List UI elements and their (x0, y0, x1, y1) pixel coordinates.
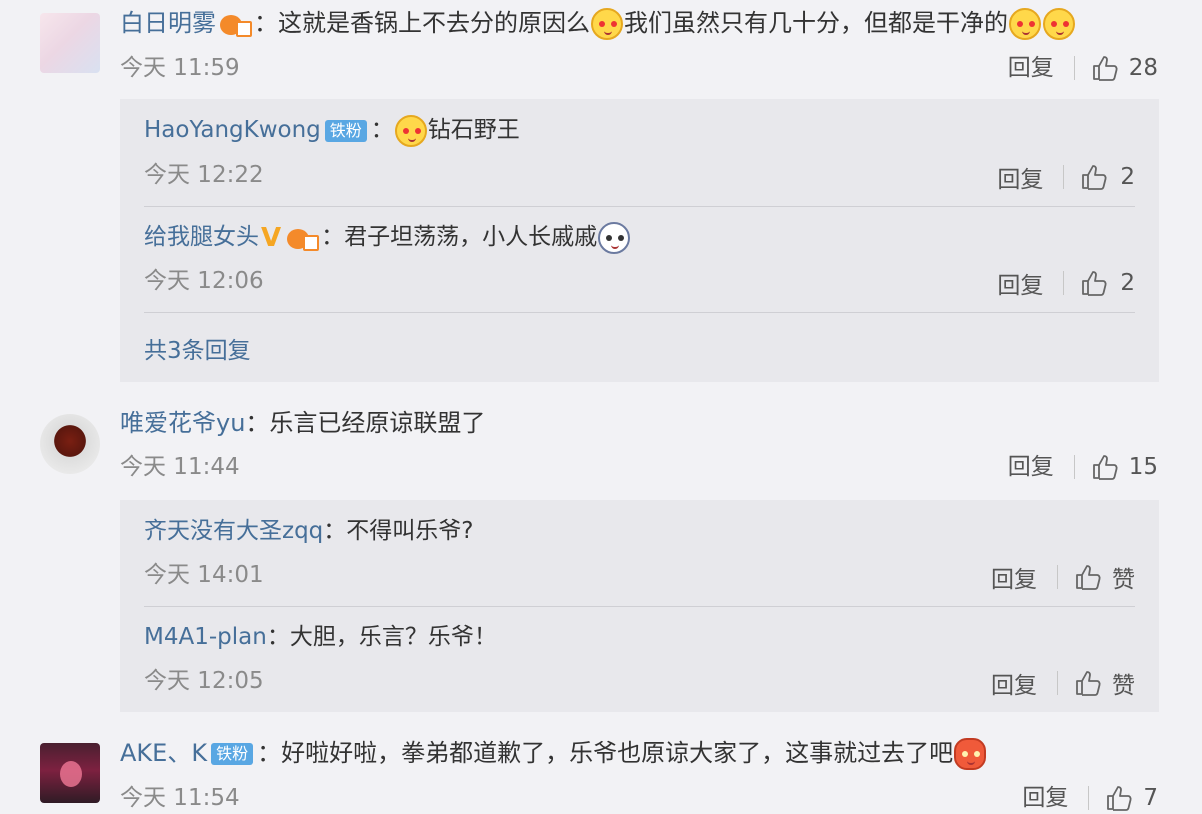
timestamp: 今天 14:01 (144, 562, 264, 588)
divider (1073, 56, 1075, 80)
divider (144, 312, 1135, 313)
timestamp: 今天 12:05 (144, 668, 264, 694)
reply-text: 大胆，乐言？乐爷！ (289, 624, 497, 650)
divider (1063, 271, 1065, 295)
reply-panel: HaoYangKwong 铁粉：钻石野王 今天 12:22 回复 2 给我腿女头V… (120, 99, 1159, 382)
thumbs-up-icon[interactable] (1105, 784, 1133, 812)
reply-body: 给我腿女头V ：君子坦荡荡，小人长戚戚 (144, 220, 631, 255)
like-label[interactable]: 赞 (1112, 560, 1135, 594)
reply-actions: 回复 2 (997, 266, 1135, 300)
like-count[interactable]: 2 (1120, 270, 1135, 296)
divider (1057, 565, 1058, 589)
iron-fan-badge: 铁粉 (324, 119, 367, 142)
timestamp: 今天 12:22 (144, 162, 264, 188)
reply-button[interactable]: 回复 (1008, 53, 1054, 83)
reply-text: 君子坦荡荡，小人长戚戚 (344, 224, 598, 250)
reply-button[interactable]: 回复 (997, 160, 1043, 194)
reply-button[interactable]: 回复 (991, 560, 1037, 594)
thumbs-up-icon[interactable] (1091, 54, 1119, 82)
avatar[interactable] (40, 13, 100, 73)
iron-fan-badge: 铁粉 (211, 743, 254, 765)
thumbs-up-icon[interactable] (1091, 453, 1119, 481)
divider (144, 606, 1135, 607)
comment-body: 唯爱花爷yu：乐言已经原谅联盟了 (120, 409, 486, 437)
like-count[interactable]: 15 (1129, 452, 1158, 482)
thumbs-up-icon[interactable] (1080, 269, 1108, 297)
comment-text-2: 我们虽然只有几十分，但都是干净的 (624, 9, 1008, 37)
username[interactable]: AKE、K (120, 739, 207, 767)
vip-icon (287, 225, 320, 251)
vip-icon (220, 11, 252, 37)
like-label[interactable]: 赞 (1112, 666, 1135, 700)
comment-text: 乐言已经原谅联盟了 (269, 409, 486, 437)
reply-panel: 齐天没有大圣zqq：不得叫乐爷? 今天 14:01 回复 赞 M4A1-plan… (120, 500, 1159, 712)
comment-body: AKE、K 铁粉 ：好啦好啦，拳弟都道歉了，乐爷也原谅大家了，这事就过去了吧 (120, 736, 987, 770)
reply-button[interactable]: 回复 (1022, 783, 1068, 813)
comment-text: 好啦好啦，拳弟都道歉了，乐爷也原谅大家了，这事就过去了吧 (281, 739, 954, 767)
comment-text: 这就是香锅上不去分的原因么 (278, 9, 590, 37)
timestamp: 今天 11:59 (120, 55, 240, 81)
cat-emoji-icon (1043, 8, 1075, 40)
reply-actions: 回复 2 (997, 160, 1135, 194)
reply-actions: 回复 赞 (991, 560, 1135, 594)
reply-button[interactable]: 回复 (997, 266, 1043, 300)
username[interactable]: 白日明雾 (120, 9, 216, 37)
like-count[interactable]: 7 (1143, 783, 1158, 813)
thumbs-up-icon[interactable] (1074, 669, 1102, 697)
timestamp: 今天 11:44 (120, 454, 240, 480)
thumbs-up-icon[interactable] (1074, 563, 1102, 591)
cat-emoji-icon (394, 114, 427, 147)
verified-icon: V (261, 222, 282, 253)
thumbs-up-icon[interactable] (1080, 163, 1108, 191)
comment-actions: 回复 15 (1008, 452, 1158, 482)
comment-actions: 回复 7 (1022, 783, 1158, 813)
reply-body: 齐天没有大圣zqq：不得叫乐爷? (144, 518, 474, 544)
comment-actions: 回复 28 (1008, 53, 1158, 83)
reply-button[interactable]: 回复 (991, 666, 1037, 700)
divider (1057, 671, 1058, 695)
username[interactable]: HaoYangKwong (144, 117, 321, 143)
username[interactable]: 齐天没有大圣zqq (144, 518, 323, 544)
divider (1073, 455, 1075, 479)
reply-body: HaoYangKwong 铁粉：钻石野王 (144, 113, 520, 147)
like-count[interactable]: 28 (1129, 53, 1158, 83)
lantern-emoji-icon (954, 738, 987, 770)
comment-body: 白日明雾 ：这就是香锅上不去分的原因么 我们虽然只有几十分，但都是干净的 (120, 6, 1076, 40)
avatar[interactable] (40, 743, 100, 803)
divider (1088, 786, 1090, 810)
reply-button[interactable]: 回复 (1008, 452, 1054, 482)
divider (144, 206, 1135, 207)
username[interactable]: 给我腿女头 (144, 224, 259, 250)
username[interactable]: 唯爱花爷yu (120, 409, 245, 437)
divider (1063, 165, 1065, 189)
username[interactable]: M4A1-plan (144, 624, 267, 650)
reply-body: M4A1-plan：大胆，乐言？乐爷！ (144, 624, 497, 650)
view-more-replies-link[interactable]: 共3条回复 (144, 331, 251, 365)
timestamp: 今天 12:06 (144, 268, 264, 294)
reply-text: 钻石野王 (427, 117, 520, 143)
like-count[interactable]: 2 (1120, 164, 1135, 190)
reply-text: 不得叫乐爷? (346, 518, 474, 544)
panda-emoji-icon (598, 221, 631, 254)
reply-actions: 回复 赞 (991, 666, 1135, 700)
avatar[interactable] (40, 414, 100, 474)
cat-emoji-icon (591, 8, 623, 40)
cat-emoji-icon (1009, 8, 1041, 40)
timestamp: 今天 11:54 (120, 785, 240, 811)
